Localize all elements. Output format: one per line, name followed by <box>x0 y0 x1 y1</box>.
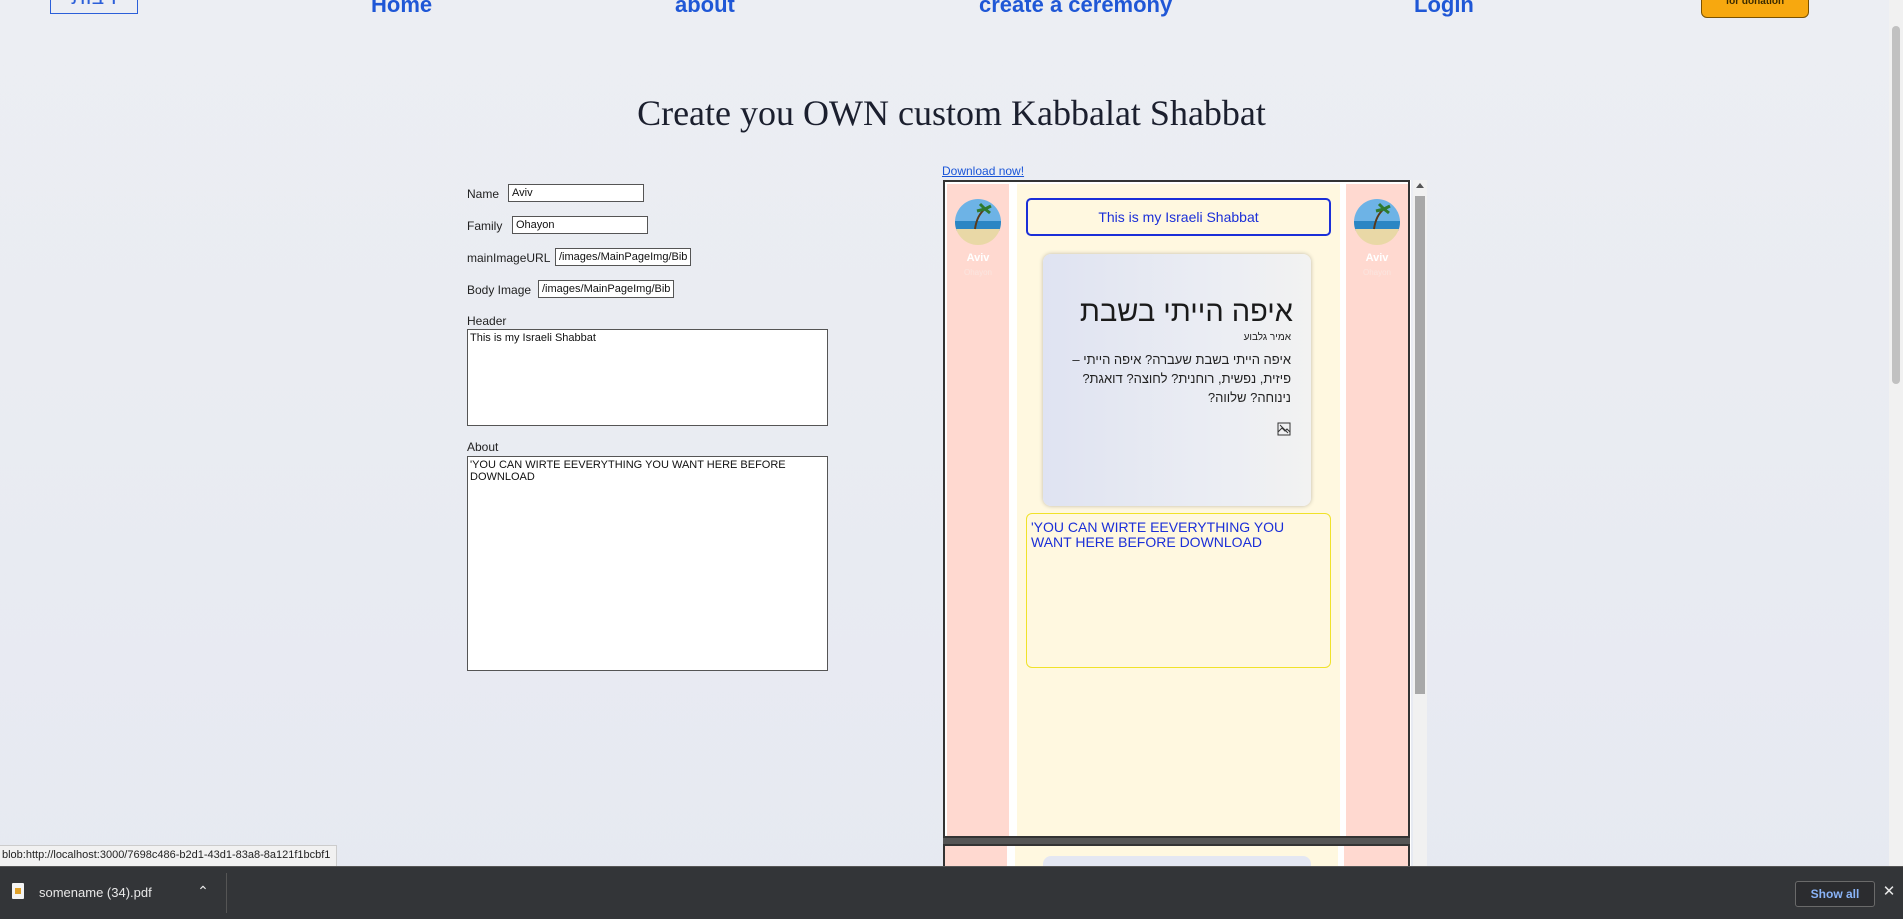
card-text: איפה הייתי בשבת שעברה? איפה הייתי – פיזי… <box>1072 352 1291 405</box>
body-image-input[interactable] <box>538 280 674 298</box>
name-label: Name <box>467 187 500 201</box>
pdf-file-icon[interactable] <box>12 883 24 899</box>
scroll-up-arrow-icon[interactable] <box>1416 183 1424 188</box>
nav-login[interactable]: Login <box>1414 0 1474 16</box>
status-url: blob:http://localhost:3000/7698c486-b2d1… <box>0 845 338 867</box>
main-image-input[interactable] <box>555 248 691 266</box>
about-textarea[interactable]: 'YOU CAN WIRTE EEVERYTHING YOU WANT HERE… <box>467 456 828 671</box>
nav-create-ceremony[interactable]: create a ceremony <box>979 0 1172 16</box>
download-bar: somename (34).pdf ⌃ Show all ✕ <box>0 866 1903 919</box>
pdf-preview[interactable]: Aviv Ohayon Aviv Ohayon This is my Israe… <box>943 180 1411 872</box>
header-label: Header <box>467 314 507 328</box>
name-input[interactable] <box>508 184 644 202</box>
show-all-button[interactable]: Show all <box>1795 881 1875 907</box>
family-label: Family <box>467 219 503 233</box>
nav-home[interactable]: Home <box>371 0 432 16</box>
preview-scrollbar[interactable] <box>1413 180 1427 872</box>
left-avatar <box>955 199 1001 245</box>
page-scroll-thumb[interactable] <box>1892 26 1900 384</box>
preview-about: 'YOU CAN WIRTE EEVERYTHING YOU WANT HERE… <box>1026 513 1331 668</box>
preview-header: This is my Israeli Shabbat <box>1026 198 1331 236</box>
about-label: About <box>467 440 499 454</box>
preview-page: Aviv Ohayon Aviv Ohayon This is my Israe… <box>943 180 1410 838</box>
preview-scroll-thumb[interactable] <box>1415 196 1425 694</box>
card-title: איפה הייתי בשבת <box>1079 296 1293 328</box>
left-name: Aviv <box>966 252 990 264</box>
broken-image-icon <box>1277 422 1291 436</box>
download-link[interactable]: Download now! <box>942 164 1024 178</box>
download-filename[interactable]: somename (34).pdf <box>39 885 152 900</box>
page-title: Create you OWN custom Kabbalat Shabbat <box>637 93 1266 133</box>
card-author: אמיר גלבוע <box>1243 332 1291 343</box>
header-textarea[interactable]: This is my Israeli Shabbat <box>467 329 828 426</box>
main-image-label: mainImageURL <box>467 251 551 265</box>
right-side-column: Aviv Ohayon <box>1346 184 1408 836</box>
family-input[interactable] <box>512 216 648 234</box>
right-avatar <box>1354 199 1400 245</box>
left-family: Ohayon <box>963 268 993 277</box>
divider <box>226 873 227 913</box>
left-side-column: Aviv Ohayon <box>947 184 1009 836</box>
chevron-up-icon[interactable]: ⌃ <box>196 883 210 899</box>
body-image-label: Body Image <box>467 283 532 297</box>
close-icon[interactable]: ✕ <box>1882 883 1896 901</box>
right-name: Aviv <box>1365 252 1389 264</box>
donation-button[interactable]: for donation <box>1701 0 1809 18</box>
site-logo[interactable]: רבות <box>50 0 138 14</box>
body-card: איפה הייתי בשבת אמיר גלבוע איפה הייתי בש… <box>1043 254 1311 506</box>
nav-about[interactable]: about <box>675 0 735 16</box>
page-scrollbar[interactable] <box>1889 0 1903 866</box>
right-family: Ohayon <box>1362 268 1392 277</box>
